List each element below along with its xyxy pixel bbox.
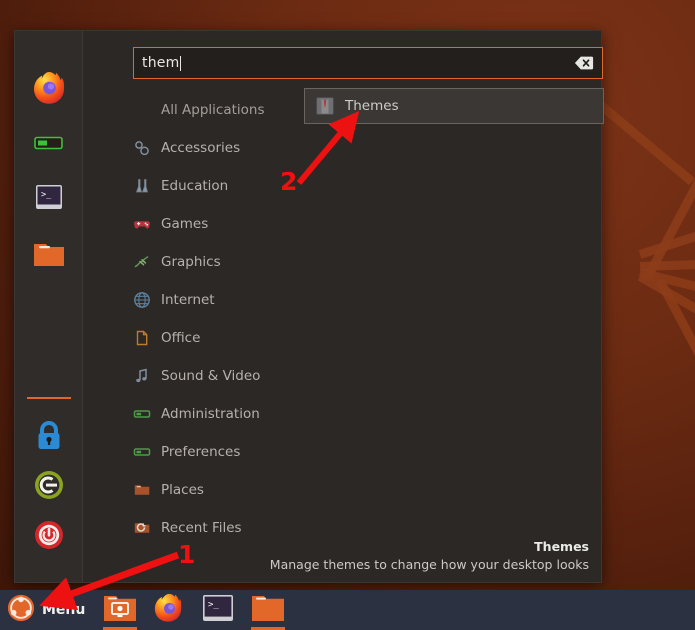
taskbar-menu-icon <box>6 593 36 627</box>
themes-shirt-icon <box>315 96 335 116</box>
status-description: Manage themes to change how your desktop… <box>270 557 589 572</box>
category-administration[interactable]: Administration <box>83 395 263 433</box>
log-out-icon[interactable] <box>30 466 68 504</box>
taskbar-menu-button[interactable]: Menu <box>0 590 95 630</box>
taskbar-files-icon <box>251 593 285 627</box>
category-label: Games <box>161 216 208 232</box>
games-gamepad-icon <box>133 215 151 233</box>
category-label: Accessories <box>161 140 240 156</box>
category-accessories[interactable]: Accessories <box>83 129 263 167</box>
taskbar-firefox-button[interactable] <box>145 590 193 630</box>
menu-body: them All Applications <box>83 31 601 582</box>
search-results-list: Themes <box>304 88 604 124</box>
preferences-icon <box>133 443 151 461</box>
rail-separator <box>27 397 71 399</box>
category-education[interactable]: Education <box>83 167 263 205</box>
taskbar-display-button[interactable] <box>95 590 145 630</box>
shutdown-icon[interactable] <box>30 516 68 554</box>
category-label: Sound & Video <box>161 368 260 384</box>
category-list: All Applications Accessories <box>83 91 263 547</box>
software-updater-icon[interactable] <box>30 124 68 162</box>
taskbar-terminal-icon: >_ <box>201 593 235 627</box>
firefox-icon[interactable] <box>30 69 68 107</box>
wallpaper-ray <box>638 273 695 491</box>
taskbar: Menu <box>0 590 695 630</box>
category-preferences[interactable]: Preferences <box>83 433 263 471</box>
status-title: Themes <box>270 539 589 554</box>
taskbar-menu-label: Menu <box>42 602 85 618</box>
clear-backspace-icon[interactable] <box>574 55 594 71</box>
result-label: Themes <box>345 98 399 114</box>
taskbar-display-icon <box>103 593 137 627</box>
all-applications-icon <box>133 101 151 119</box>
accessories-icon <box>133 139 151 157</box>
sound-video-note-icon <box>133 367 151 385</box>
search-row: them <box>133 47 603 79</box>
search-input[interactable]: them <box>133 47 603 79</box>
category-label: Places <box>161 482 204 498</box>
taskbar-files-button[interactable] <box>243 590 293 630</box>
svg-text:>_: >_ <box>208 600 219 610</box>
category-recent-files[interactable]: Recent Files <box>83 509 263 547</box>
category-all-applications[interactable]: All Applications <box>83 91 263 129</box>
category-sound-video[interactable]: Sound & Video <box>83 357 263 395</box>
svg-text:>_: >_ <box>41 190 52 200</box>
places-folder-icon <box>133 481 151 499</box>
wallpaper-ray <box>597 101 695 185</box>
administration-icon <box>133 405 151 423</box>
terminal-icon[interactable]: >_ <box>30 178 68 216</box>
category-label: Preferences <box>161 444 240 460</box>
status-area: Themes Manage themes to change how your … <box>270 539 589 572</box>
category-label: Graphics <box>161 254 221 270</box>
category-internet[interactable]: Internet <box>83 281 263 319</box>
category-places[interactable]: Places <box>83 471 263 509</box>
internet-globe-icon <box>133 291 151 309</box>
application-menu-window: >_ <box>14 30 602 583</box>
category-label: Education <box>161 178 228 194</box>
annotation-number-1: 1 <box>178 540 195 569</box>
search-input-value: them <box>142 55 179 71</box>
text-cursor <box>180 56 181 71</box>
office-document-icon <box>133 329 151 347</box>
category-games[interactable]: Games <box>83 205 263 243</box>
lock-screen-icon[interactable] <box>30 416 68 454</box>
category-label: Administration <box>161 406 260 422</box>
result-item-themes[interactable]: Themes <box>304 88 604 124</box>
graphics-icon <box>133 253 151 271</box>
files-icon[interactable] <box>30 233 68 271</box>
taskbar-terminal-button[interactable]: >_ <box>193 590 243 630</box>
education-icon <box>133 177 151 195</box>
category-label: Office <box>161 330 200 346</box>
category-label: Internet <box>161 292 215 308</box>
annotation-number-2: 2 <box>280 167 297 196</box>
recent-files-icon <box>133 519 151 537</box>
category-office[interactable]: Office <box>83 319 263 357</box>
taskbar-firefox-icon <box>153 592 185 628</box>
category-graphics[interactable]: Graphics <box>83 243 263 281</box>
category-label: All Applications <box>161 102 265 118</box>
favorites-rail: >_ <box>15 31 83 582</box>
category-label: Recent Files <box>161 520 242 536</box>
